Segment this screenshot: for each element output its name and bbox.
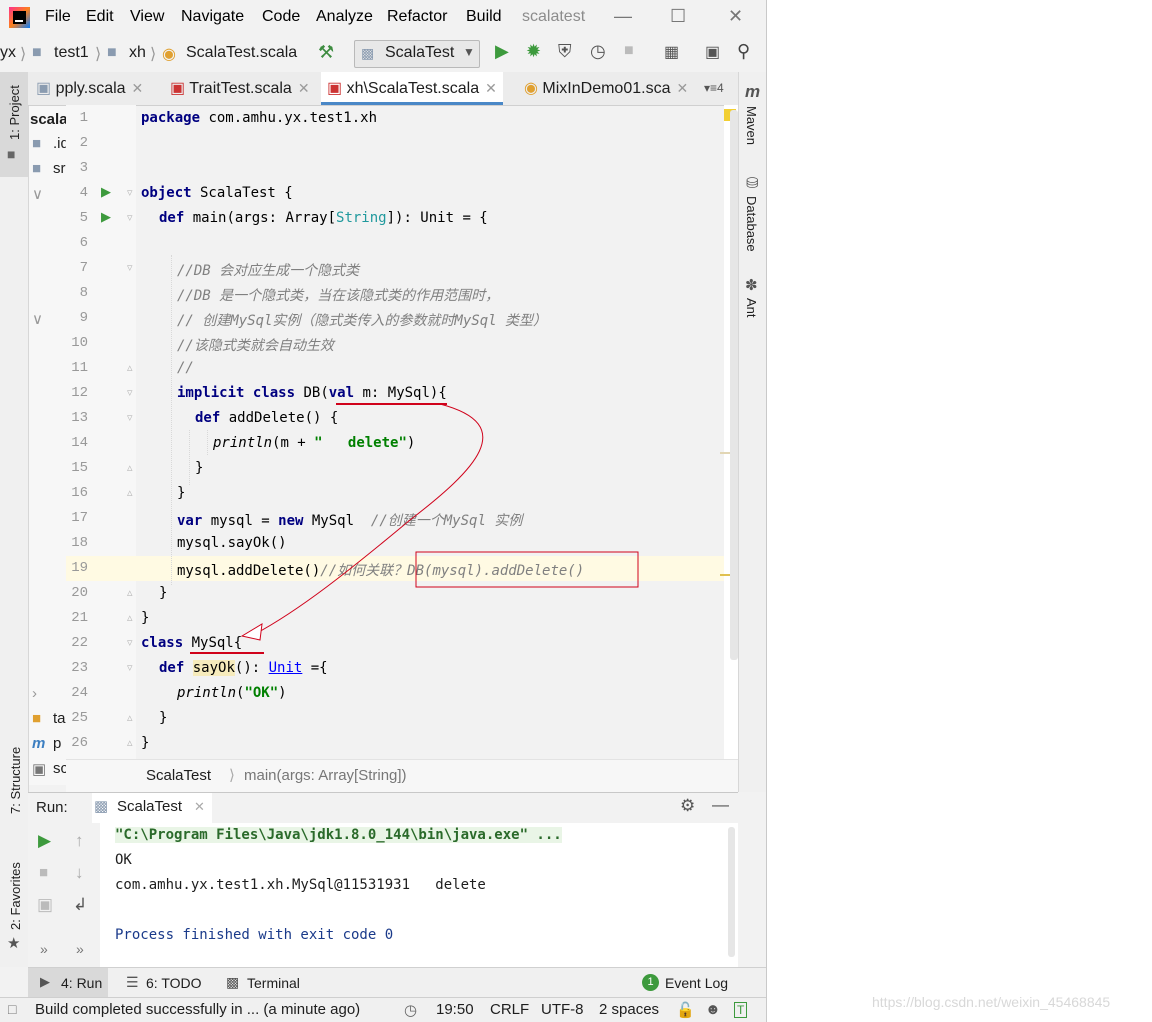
- indent-setting[interactable]: 2 spaces: [599, 1001, 659, 1018]
- watermark: https://blog.csdn.net/weixin_45468845: [872, 994, 1111, 1010]
- run-toolbar-secondary: ↑ ↓ ↲ »: [64, 823, 101, 967]
- status-bar: □ Build completed successfully in ... (a…: [0, 997, 766, 1022]
- run-tab-label: ScalaTest: [117, 798, 183, 815]
- run-console[interactable]: "C:\Program Files\Java\jdk1.8.0_144\bin\…: [100, 823, 724, 967]
- event-count-badge: 1: [642, 974, 659, 991]
- layout-icon[interactable]: □: [8, 1001, 16, 1017]
- git-icon[interactable]: T: [734, 1002, 748, 1018]
- console-output-line: com.amhu.yx.test1.xh.MySql@11531931 dele…: [115, 877, 486, 893]
- file-icon: ▣: [32, 761, 47, 778]
- close-tab-icon[interactable]: ✕: [194, 799, 205, 815]
- breadcrumb-class[interactable]: ScalaTest: [146, 767, 211, 784]
- file-encoding[interactable]: UTF-8: [541, 1001, 584, 1018]
- config-icon: ▩: [94, 798, 109, 815]
- lock-icon[interactable]: 🔓: [676, 1001, 695, 1019]
- annotation-overlay: [190, 403, 639, 654]
- run-tool-label: 4: Run: [61, 975, 103, 991]
- annotation-arrowhead: [240, 623, 263, 641]
- more-icon[interactable]: »: [40, 941, 48, 957]
- more-icon[interactable]: »: [76, 941, 84, 957]
- stop-icon[interactable]: ■: [39, 864, 48, 881]
- console-command-line: "C:\Program Files\Java\jdk1.8.0_144\bin\…: [115, 827, 562, 843]
- run-tool-button[interactable]: ▶ 4: Run: [28, 968, 108, 998]
- annotation-box: [415, 551, 639, 588]
- console-output-line: OK: [115, 852, 132, 868]
- camera-icon[interactable]: ▣: [37, 895, 53, 915]
- run-toolbar: ▶ ■ ▣ »: [28, 823, 65, 967]
- terminal-icon: ▩: [226, 974, 240, 990]
- run-panel-header: Run: ▩ ScalaTest ✕ ⚙ —: [28, 792, 738, 826]
- ide-window: File Edit View Navigate Code Analyze Ref…: [0, 0, 767, 1022]
- hide-icon[interactable]: —: [712, 795, 729, 815]
- arrow-down-icon[interactable]: ↓: [75, 863, 84, 883]
- todo-icon: ☰: [126, 974, 139, 990]
- console-scrollbar[interactable]: [724, 823, 738, 967]
- run-icon: ▶: [40, 974, 50, 989]
- line-separator[interactable]: CRLF: [490, 1001, 529, 1018]
- rerun-icon[interactable]: ▶: [38, 831, 51, 851]
- clock-icon: ◷: [404, 1002, 418, 1019]
- annotation-arrow: [254, 403, 484, 635]
- cursor-position[interactable]: 19:50: [436, 1001, 474, 1018]
- favorites-tool-label[interactable]: 2: Favorites: [8, 862, 23, 930]
- run-tab-scalatest[interactable]: ▩ ScalaTest ✕: [92, 793, 212, 826]
- todo-tool-button[interactable]: 6: TODO: [146, 975, 202, 991]
- inspector-icon[interactable]: ☻: [705, 1001, 721, 1018]
- console-exit-message: Process finished with exit code 0: [115, 927, 394, 943]
- editor-breadcrumb: ScalaTest ⟩ main(args: Array[String]): [66, 759, 738, 792]
- bottom-tool-bar: ▶ 4: Run ☰ 6: TODO ▩ Terminal 1 Event Lo…: [28, 967, 766, 998]
- soft-wrap-icon[interactable]: ↲: [73, 895, 87, 915]
- tree-item[interactable]: sc: [53, 760, 66, 777]
- event-log-button[interactable]: Event Log: [665, 975, 728, 991]
- run-panel-label: Run:: [36, 799, 68, 816]
- arrow-up-icon[interactable]: ↑: [75, 831, 84, 851]
- breadcrumb-method[interactable]: main(args: Array[String]): [244, 767, 407, 784]
- star-icon: ★: [7, 935, 21, 952]
- gear-icon[interactable]: ⚙: [680, 796, 695, 816]
- status-message[interactable]: Build completed successfully in ... (a m…: [35, 1001, 360, 1018]
- terminal-tool-button[interactable]: Terminal: [247, 975, 300, 991]
